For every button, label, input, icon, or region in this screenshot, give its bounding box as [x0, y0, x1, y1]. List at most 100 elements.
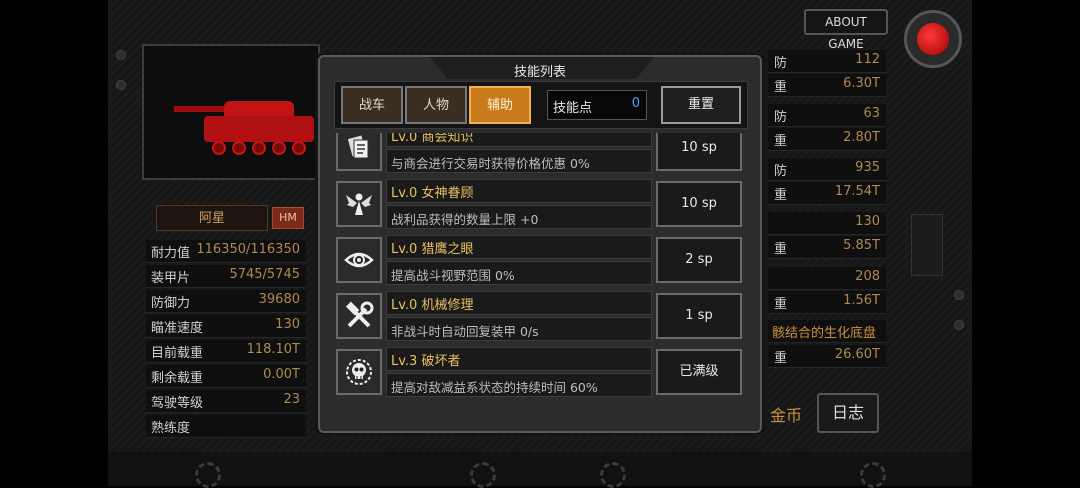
equipment-stat-row: 重 5.85T [768, 236, 886, 259]
stat-value: 116350/116350 [196, 242, 300, 257]
skill-desc-box: 与商会进行交易时获得价格优惠 0% [386, 149, 652, 173]
equipment-stat-label: 重 [774, 351, 788, 366]
dialog-title: 技能列表 [513, 65, 566, 80]
equipment-stat-value: 208 [855, 269, 880, 284]
tank-wheel [232, 141, 246, 155]
skill-tab-bar: 战车 人物 辅助 技能点 0 重置 [334, 81, 748, 129]
stat-row: 剩余载重 0.00T [146, 365, 306, 388]
skill-upgrade-button[interactable]: 2 sp [656, 237, 742, 283]
stat-row: 驾驶等级 23 [146, 390, 306, 413]
equipment-stat-row: 防 63 [768, 104, 886, 127]
tab-support[interactable]: 辅助 [469, 86, 531, 124]
equipment-stat-row: 骸结合的生化底盘 [768, 320, 886, 343]
skill-name-box: Lv.0 机械修理 [386, 291, 652, 315]
skill-points-label: 技能点 [553, 101, 593, 116]
skill-name-box: Lv.0 猎鹰之眼 [386, 235, 652, 259]
skill-points-value: 0 [631, 96, 640, 111]
documents-icon [336, 133, 382, 171]
equipment-stat-row: 重 26.60T [768, 345, 886, 368]
skill-desc-box: 战利品获得的数量上限 +0 [386, 205, 652, 229]
equipment-stat-row: 130 [768, 212, 886, 235]
log-button[interactable]: 日志 [817, 393, 879, 433]
stat-row: 目前载重 118.10T [146, 340, 306, 363]
equipment-stat-value: 63 [863, 106, 880, 121]
skill-name: Lv.0 机械修理 [391, 298, 474, 313]
stat-row: 瞄准速度 130 [146, 315, 306, 338]
stat-label: 瞄准速度 [151, 321, 204, 336]
skill-description: 提高战斗视野范围 0% [391, 268, 515, 283]
equipment-stat-value: 6.30T [843, 76, 880, 91]
character-name-row: 阿星 HM [148, 205, 318, 231]
gear-decoration [470, 462, 496, 488]
skill-maxed-button[interactable]: 已满级 [656, 349, 742, 395]
skill-upgrade-button[interactable]: 1 sp [656, 293, 742, 339]
rivet-decoration [116, 80, 126, 90]
skill-name-box: Lv.3 破坏者 [386, 347, 652, 371]
equipment-stat-value: 5.85T [843, 238, 880, 253]
equipment-stat-value: 17.54T [834, 184, 880, 199]
skill-name-box: Lv.0 商会知识 [386, 133, 652, 147]
equipment-stat-label: 重 [774, 297, 788, 312]
stat-label: 装甲片 [151, 271, 191, 286]
stat-label: 防御力 [151, 296, 191, 311]
equipment-stat-value: 112 [855, 52, 880, 67]
tank-wheel [212, 141, 226, 155]
equipment-stat-label: 防 [774, 110, 788, 125]
equipment-stat-row: 重 2.80T [768, 128, 886, 151]
stat-label: 耐力值 [151, 246, 191, 261]
stat-label: 目前载重 [151, 346, 204, 361]
skill-list-dialog: 技能列表 战车 人物 辅助 技能点 0 重置 Lv.0 商会知识 与商会进行交易… [318, 55, 762, 433]
equipment-stat-label: 重 [774, 188, 788, 203]
skill-upgrade-button[interactable]: 10 sp [656, 133, 742, 171]
skill-name: Lv.3 破坏者 [391, 354, 461, 369]
tank-hull [204, 116, 314, 142]
stat-row: 装甲片 5745/5745 [146, 265, 306, 288]
rivet-decoration [954, 320, 964, 330]
record-button[interactable] [904, 10, 962, 68]
equipment-stat-row: 重 6.30T [768, 74, 886, 97]
rivet-decoration [954, 290, 964, 300]
gold-label: 金币 [770, 406, 803, 425]
skill-points-display: 技能点 0 [547, 90, 647, 120]
equipment-stat-value: 130 [855, 214, 880, 229]
equipment-stat-value: 26.60T [834, 347, 880, 362]
stat-label: 驾驶等级 [151, 396, 204, 411]
skill-desc-box: 提高对敌减益系状态的持续时间 60% [386, 373, 652, 397]
skill-description: 提高对敌减益系状态的持续时间 60% [391, 380, 598, 395]
gear-decoration [195, 462, 221, 488]
hm-badge[interactable]: HM [272, 207, 304, 229]
equipment-stat-label: 重 [774, 80, 788, 95]
frame-bottom-bar [108, 452, 972, 486]
skill-upgrade-button[interactable]: 10 sp [656, 181, 742, 227]
winged-goddess-icon [336, 181, 382, 227]
rivet-decoration [116, 50, 126, 60]
stat-value: 118.10T [246, 342, 300, 357]
character-name[interactable]: 阿星 [156, 205, 268, 231]
wrench-hammer-icon [336, 293, 382, 339]
equipment-stat-label: 重 [774, 242, 788, 257]
stat-label: 熟练度 [151, 421, 191, 436]
skill-list[interactable]: Lv.0 商会知识 与商会进行交易时获得价格优惠 0% 10 sp Lv.0 女… [334, 133, 748, 425]
stat-value: 39680 [258, 292, 300, 307]
equipment-stat-row: 防 112 [768, 50, 886, 73]
about-game-button[interactable]: ABOUT GAME [804, 9, 888, 51]
skill-description: 战利品获得的数量上限 +0 [391, 212, 539, 227]
stat-row: 耐力值 116350/116350 [146, 240, 306, 263]
skill-row: Lv.0 机械修理 非战斗时自动回复装甲 0/s 1 sp [334, 291, 748, 341]
tab-character[interactable]: 人物 [405, 86, 467, 124]
equipment-stat-row: 防 935 [768, 158, 886, 181]
equipment-stat-value: 2.80T [843, 130, 880, 145]
skill-desc-box: 提高战斗视野范围 0% [386, 261, 652, 285]
side-slot [911, 214, 943, 276]
equipment-stat-row: 重 17.54T [768, 182, 886, 205]
tank-wheel [252, 141, 266, 155]
tank-wheel [292, 141, 306, 155]
gear-decoration [600, 462, 626, 488]
tab-tank[interactable]: 战车 [341, 86, 403, 124]
skill-name: Lv.0 猎鹰之眼 [391, 242, 474, 257]
reset-button[interactable]: 重置 [661, 86, 741, 124]
skill-row: Lv.0 猎鹰之眼 提高战斗视野范围 0% 2 sp [334, 235, 748, 285]
skill-desc-box: 非战斗时自动回复装甲 0/s [386, 317, 652, 341]
equipment-stat-value: 1.56T [843, 293, 880, 308]
stat-value: 130 [275, 317, 300, 332]
